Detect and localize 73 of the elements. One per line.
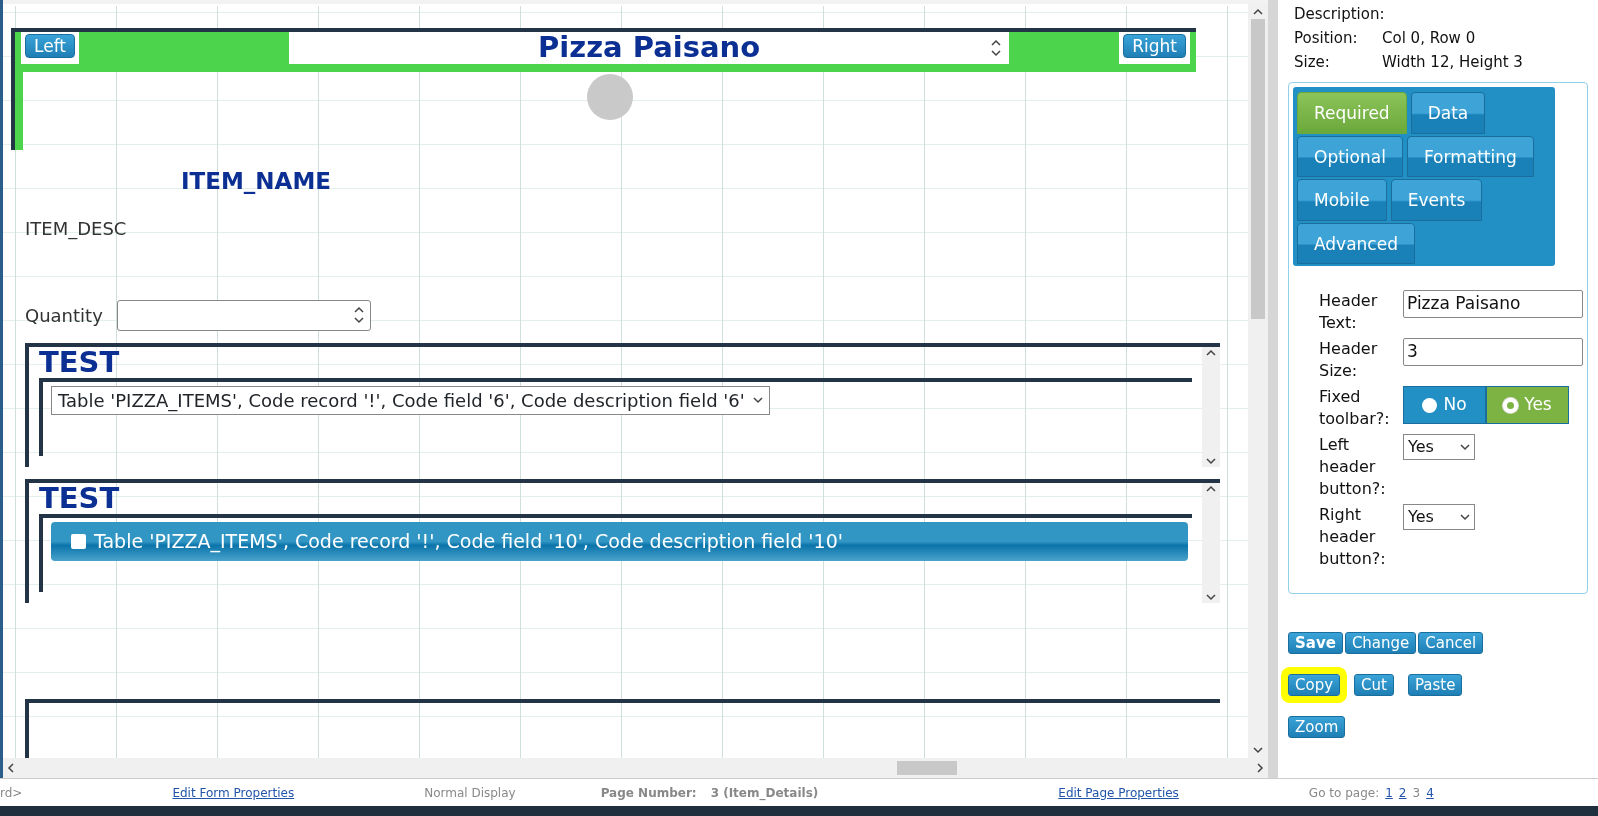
section-scrollbar[interactable] — [1202, 346, 1220, 467]
tab[interactable]: Data — [1410, 92, 1486, 134]
field-label: Right header button?: — [1319, 504, 1387, 570]
number-input[interactable] — [116, 299, 371, 331]
scrollbar-thumb[interactable] — [897, 761, 957, 775]
action-button[interactable]: Cancel — [1418, 632, 1484, 654]
page-link[interactable]: 4 — [1426, 783, 1434, 802]
scrollbar-thumb[interactable] — [1251, 19, 1265, 319]
section-scrollbar[interactable] — [1202, 482, 1220, 603]
page-link[interactable]: 2 — [1398, 783, 1407, 802]
dropdown-icon[interactable] — [1460, 513, 1470, 521]
section-title: TEST — [39, 346, 121, 379]
header-title: Pizza Paisano — [538, 29, 761, 67]
property-label: Description: — [1294, 4, 1382, 25]
dropdown-field[interactable]: Yes — [1403, 504, 1475, 530]
property-value: Width 12, Height 3 — [1382, 52, 1523, 73]
dropdown-field[interactable]: Table 'PIZZA_ITEMS', Code record '!', Code field '6', Code description field '6' — [51, 386, 770, 416]
tab[interactable]: Mobile — [1297, 179, 1387, 221]
scroll-down-icon[interactable] — [1253, 747, 1263, 754]
text-input[interactable]: Pizza Paisano — [1403, 290, 1583, 318]
scroll-up-icon[interactable] — [1206, 348, 1216, 356]
field-label: Header Text: — [1319, 290, 1379, 334]
avatar-circle — [586, 74, 633, 120]
tab[interactable]: Required — [1297, 92, 1407, 134]
action-button[interactable]: Cut — [1354, 674, 1394, 696]
property-label: Position: — [1294, 28, 1359, 49]
spin-down-icon[interactable] — [353, 317, 364, 324]
page-link[interactable]: 1 — [1385, 783, 1393, 802]
edit-page-link[interactable]: Edit Page Properties — [1058, 783, 1179, 802]
scroll-down-icon[interactable] — [1206, 457, 1216, 465]
action-button[interactable]: Paste — [1407, 674, 1463, 696]
property-label: Size: — [1294, 52, 1331, 73]
goto-label: Go to page: — [1308, 784, 1380, 802]
checkbox-option[interactable]: Table 'PIZZA_ITEMS', Code record '!', Code field '10', Code description field '10' — [51, 522, 1188, 561]
field-label: Fixed toolbar?: — [1319, 386, 1391, 430]
scroll-down-icon[interactable] — [1206, 593, 1216, 601]
checkbox[interactable] — [71, 534, 86, 550]
status-text: rd> — [0, 784, 23, 802]
field-text: ITEM_DESC — [25, 216, 128, 242]
scroll-up-icon[interactable] — [1206, 484, 1216, 492]
toggle-option[interactable]: Yes — [1486, 386, 1569, 424]
section-title: TEST — [39, 482, 121, 515]
spin-down-icon[interactable] — [991, 50, 1002, 57]
left-button[interactable]: Left — [25, 34, 75, 59]
display-mode: Normal Display — [424, 784, 516, 802]
dropdown-icon[interactable] — [1460, 443, 1470, 451]
scroll-right-icon[interactable] — [1257, 763, 1264, 773]
property-value: Col 0, Row 0 — [1382, 28, 1476, 49]
action-button[interactable]: Zoom — [1288, 716, 1346, 738]
dropdown-icon[interactable] — [752, 397, 763, 405]
toggle-option[interactable]: No — [1403, 386, 1486, 424]
scroll-up-icon[interactable] — [1253, 8, 1263, 15]
page-link[interactable]: 3 — [1412, 783, 1421, 802]
tab[interactable]: Optional — [1297, 135, 1403, 177]
scroll-left-icon[interactable] — [7, 763, 14, 773]
action-button[interactable]: Change — [1344, 632, 1417, 654]
tab[interactable]: Formatting — [1406, 135, 1534, 177]
field-label: Quantity — [25, 303, 103, 328]
spin-up-icon[interactable] — [353, 306, 364, 313]
field-label: Header Size: — [1319, 338, 1379, 382]
spin-up-icon[interactable] — [991, 39, 1002, 46]
page-number: 3 (Item_Details) — [710, 784, 819, 802]
tab[interactable]: Advanced — [1297, 222, 1415, 264]
text-input[interactable]: 3 — [1403, 338, 1583, 366]
right-button[interactable]: Right — [1123, 34, 1186, 59]
checkbox-label: Table 'PIZZA_ITEMS', Code record '!', Code field '10', Code description field '10' — [94, 529, 843, 555]
field-heading: ITEM_NAME — [181, 167, 332, 196]
field-label: Left header button?: — [1319, 434, 1387, 500]
edit-form-link[interactable]: Edit Form Properties — [172, 783, 295, 802]
tab[interactable]: Events — [1390, 179, 1483, 221]
page-number-label: Page Number: — [600, 784, 697, 802]
dropdown-field[interactable]: Yes — [1403, 434, 1475, 460]
action-button[interactable]: Save — [1288, 632, 1343, 654]
